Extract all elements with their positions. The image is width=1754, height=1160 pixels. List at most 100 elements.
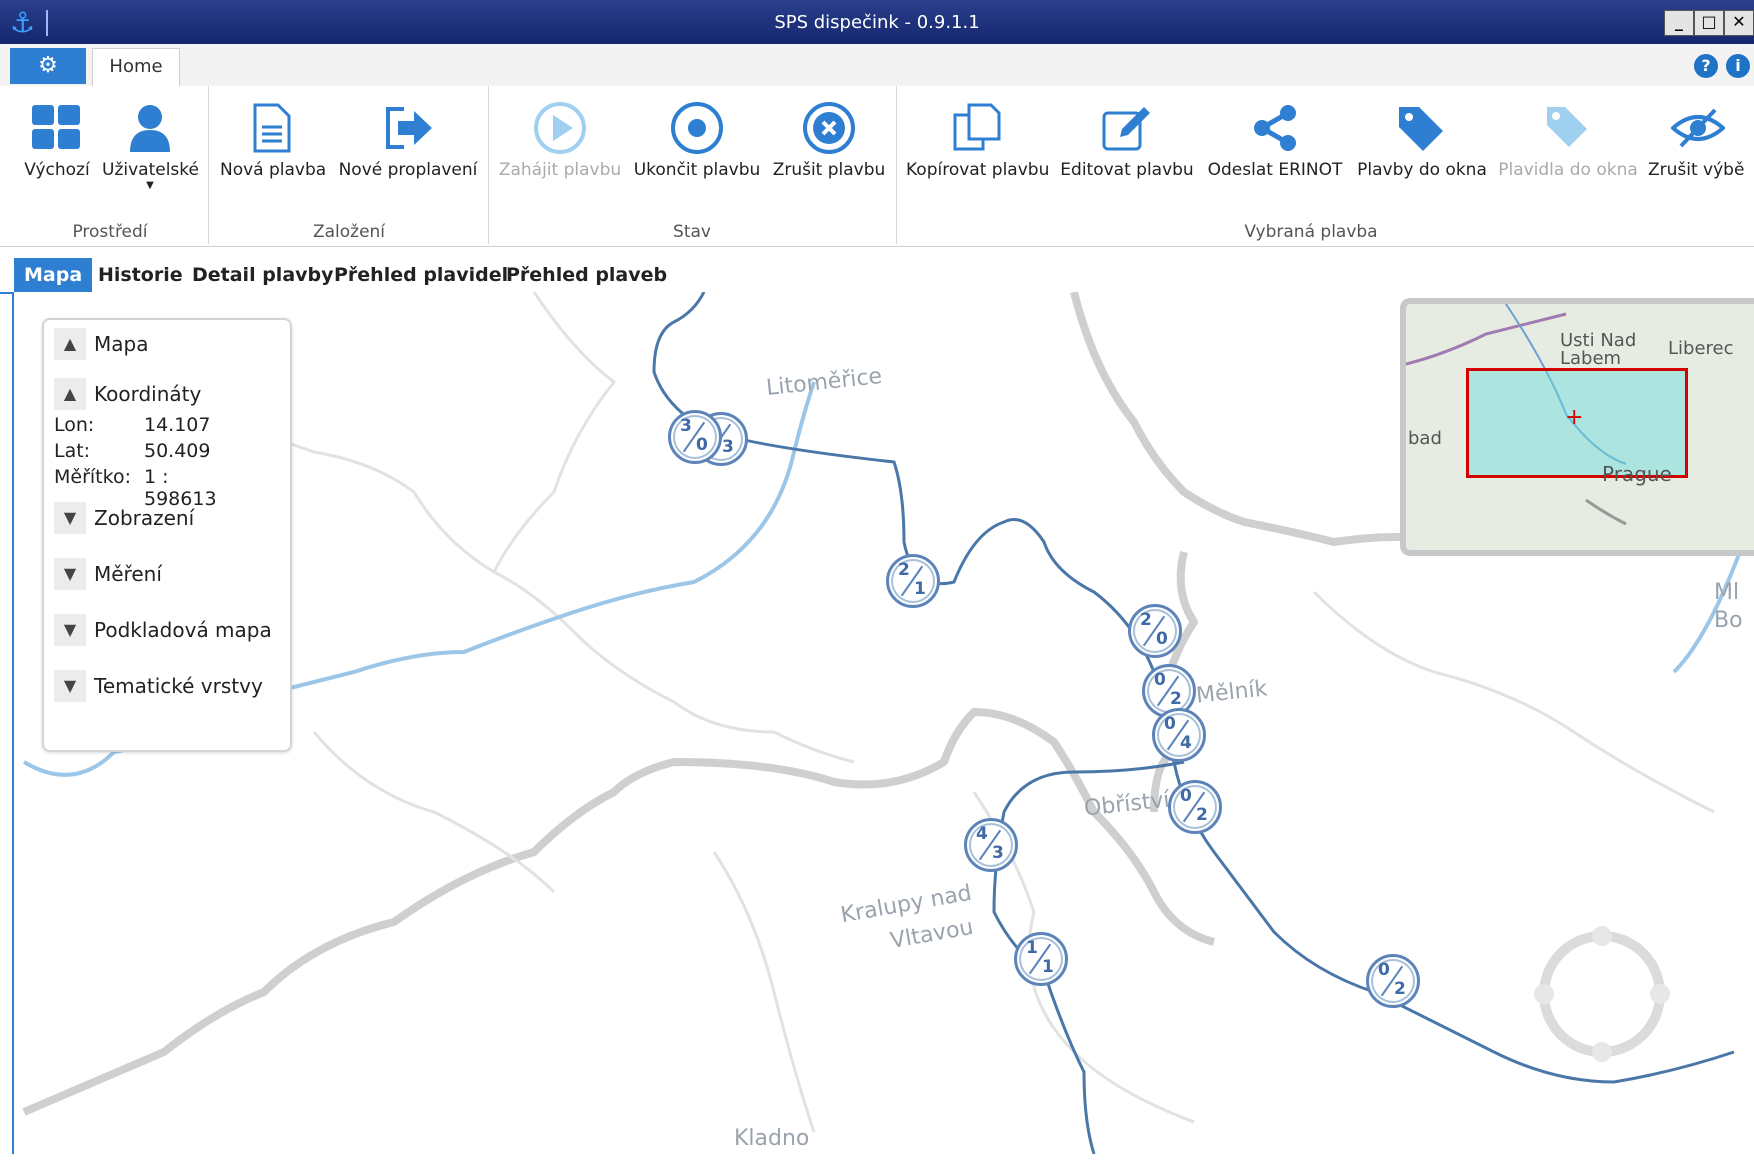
gear-icon: ⚙ bbox=[38, 53, 58, 78]
section-zobrazeni[interactable]: ▼ Zobrazení bbox=[54, 500, 194, 536]
chevron-up-icon[interactable]: ▲ bbox=[54, 378, 86, 410]
group-label-stav: Stav bbox=[673, 222, 711, 242]
tab-historie[interactable]: Historie bbox=[88, 258, 193, 292]
group-label-vybrana-plavba: Vybraná plavba bbox=[1244, 222, 1378, 242]
cancel-circle-icon bbox=[772, 96, 886, 160]
share-icon bbox=[1206, 96, 1344, 160]
sign-out-icon bbox=[338, 96, 478, 160]
chevron-up-icon[interactable]: ▲ bbox=[54, 328, 86, 360]
tab-mapa[interactable]: Mapa bbox=[14, 258, 93, 292]
zrusit-vyber-label: Zrušit výbě bbox=[1648, 160, 1745, 180]
zrusit-label: Zrušit plavbu bbox=[772, 160, 886, 180]
tags-icon bbox=[1356, 96, 1488, 160]
maximize-button[interactable]: □ bbox=[1694, 10, 1724, 36]
plavby-okna-label: Plavby do okna bbox=[1357, 160, 1487, 180]
editovat-plavbu-button[interactable]: Editovat plavbu bbox=[1060, 96, 1194, 216]
map-label-mlada-line1: Ml bbox=[1714, 580, 1740, 605]
edit-icon bbox=[1060, 96, 1194, 160]
grid-icon bbox=[22, 96, 92, 160]
document-icon bbox=[220, 96, 324, 160]
chevron-down-icon[interactable]: ▼ bbox=[54, 558, 86, 590]
tab-prehled-plaveb[interactable]: Přehled plaveb bbox=[496, 258, 677, 292]
ukoncit-label: Ukončit plavbu bbox=[633, 160, 761, 180]
scale-row: Měřítko: 1 : 598613 bbox=[54, 466, 217, 510]
vessel-marker[interactable]: 02 bbox=[1366, 954, 1420, 1008]
vessel-marker[interactable]: 21 bbox=[886, 554, 940, 608]
tab-home[interactable]: Home bbox=[92, 48, 180, 86]
window-title: SPS dispečink - 0.9.1.1 bbox=[774, 12, 980, 33]
chevron-down-icon[interactable]: ▼ bbox=[54, 502, 86, 534]
pan-zoom-control[interactable] bbox=[1532, 924, 1672, 1064]
section-podkladova-mapa[interactable]: ▼ Podkladová mapa bbox=[54, 612, 272, 648]
lon-row: Lon: 14.107 bbox=[54, 414, 211, 436]
odeslat-erinot-button[interactable]: Odeslat ERINOT bbox=[1206, 96, 1344, 216]
group-label-zalozeni: Založení bbox=[312, 222, 386, 242]
eye-slash-icon bbox=[1648, 96, 1748, 160]
map-label-mlada-line2: Bo bbox=[1714, 608, 1743, 633]
zahajit-label: Zahájit plavbu bbox=[498, 160, 622, 180]
nova-plavba-button[interactable]: Nová plavba bbox=[220, 96, 327, 216]
zrusit-plavbu-button[interactable]: Zrušit plavbu bbox=[772, 96, 886, 216]
overview-label: Labem bbox=[1560, 348, 1622, 369]
zrusit-vyber-button[interactable]: Zrušit výbě bbox=[1648, 96, 1748, 216]
section-mereni[interactable]: ▼ Měření bbox=[54, 556, 162, 592]
plavidla-okna-label: Plavidla do okna bbox=[1498, 160, 1638, 180]
ukoncit-plavbu-button[interactable]: Ukončit plavbu bbox=[632, 96, 762, 216]
section-tematicke-vrstvy[interactable]: ▼ Tematické vrstvy bbox=[54, 668, 263, 704]
play-icon bbox=[498, 96, 622, 160]
section-mapa[interactable]: ▲ Mapa bbox=[54, 326, 148, 362]
editovat-label: Editovat plavbu bbox=[1060, 160, 1194, 180]
overview-label: Liberec bbox=[1668, 338, 1734, 359]
vessel-marker[interactable]: 02 bbox=[1168, 780, 1222, 834]
help-icon[interactable]: ? bbox=[1694, 54, 1718, 78]
nova-plavba-label: Nová plavba bbox=[220, 160, 327, 180]
vessel-marker[interactable]: 30 bbox=[668, 410, 722, 464]
overview-map[interactable]: + Usti Nad Labem Liberec bad Prague bbox=[1400, 298, 1754, 556]
plavidla-do-okna-button[interactable]: Plavidla do okna bbox=[1498, 96, 1638, 216]
vychozi-button[interactable]: Výchozí bbox=[22, 96, 92, 216]
group-separator bbox=[896, 86, 897, 244]
vessel-marker[interactable]: 20 bbox=[1128, 604, 1182, 658]
user-icon bbox=[102, 96, 198, 160]
tab-prehled-plavidel[interactable]: Přehled plavidel bbox=[324, 258, 518, 292]
chevron-down-icon[interactable]: ▼ bbox=[54, 670, 86, 702]
overview-label: Prague bbox=[1602, 462, 1672, 486]
stop-circle-icon bbox=[632, 96, 762, 160]
nove-proplaveni-label: Nové proplavení bbox=[338, 160, 478, 180]
close-button[interactable]: ✕ bbox=[1724, 10, 1754, 36]
section-koordinaty[interactable]: ▲ Koordináty bbox=[54, 376, 201, 412]
group-separator bbox=[208, 86, 209, 244]
map-view[interactable]: Litoměřice Mělník Obříství Kralupy nad V… bbox=[12, 292, 1754, 1154]
odeslat-label: Odeslat ERINOT bbox=[1207, 160, 1343, 180]
nove-proplaveni-button[interactable]: Nové proplavení bbox=[338, 96, 478, 216]
vessel-marker[interactable]: 04 bbox=[1152, 708, 1206, 762]
map-label-kladno: Kladno bbox=[734, 1126, 810, 1151]
group-label-prostredi: Prostředí bbox=[72, 222, 148, 242]
uzivatelske-label: Uživatelské bbox=[102, 160, 199, 180]
lat-row: Lat: 50.409 bbox=[54, 440, 211, 462]
tag-icon bbox=[1498, 96, 1638, 160]
vessel-marker[interactable]: 11 bbox=[1014, 932, 1068, 986]
title-bar: ⚓ SPS dispečink - 0.9.1.1 _ □ ✕ bbox=[0, 0, 1754, 44]
ribbon: Výchozí Uživatelské ▼ Prostředí Nová pla… bbox=[0, 86, 1754, 247]
minimize-button[interactable]: _ bbox=[1664, 10, 1694, 36]
vychozi-label: Výchozí bbox=[24, 160, 90, 180]
dropdown-arrow-icon: ▼ bbox=[146, 180, 154, 191]
overview-label: bad bbox=[1408, 428, 1442, 449]
copy-icon bbox=[906, 96, 1048, 160]
view-tab-strip: Mapa Historie Detail plavby Přehled plav… bbox=[0, 258, 1754, 294]
uzivatelske-button[interactable]: Uživatelské ▼ bbox=[102, 96, 199, 216]
chevron-down-icon[interactable]: ▼ bbox=[54, 614, 86, 646]
plavby-do-okna-button[interactable]: Plavby do okna bbox=[1356, 96, 1488, 216]
vessel-marker[interactable]: 43 bbox=[964, 818, 1018, 872]
tab-detail-plavby[interactable]: Detail plavby bbox=[182, 258, 344, 292]
info-icon[interactable]: i bbox=[1726, 54, 1750, 78]
group-separator bbox=[488, 86, 489, 244]
map-control-panel: ▲ Mapa ▲ Koordináty Lon: 14.107 Lat: 50.409 … bbox=[42, 318, 292, 752]
settings-tab[interactable]: ⚙ bbox=[10, 48, 86, 84]
kopirovat-plavbu-button[interactable]: Kopírovat plavbu bbox=[906, 96, 1050, 216]
kopirovat-label: Kopírovat plavbu bbox=[906, 160, 1050, 180]
ribbon-tab-strip: ⚙ Home ? i bbox=[0, 44, 1754, 87]
crosshair-icon: + bbox=[1565, 405, 1584, 430]
zahajit-plavbu-button[interactable]: Zahájit plavbu bbox=[498, 96, 622, 216]
